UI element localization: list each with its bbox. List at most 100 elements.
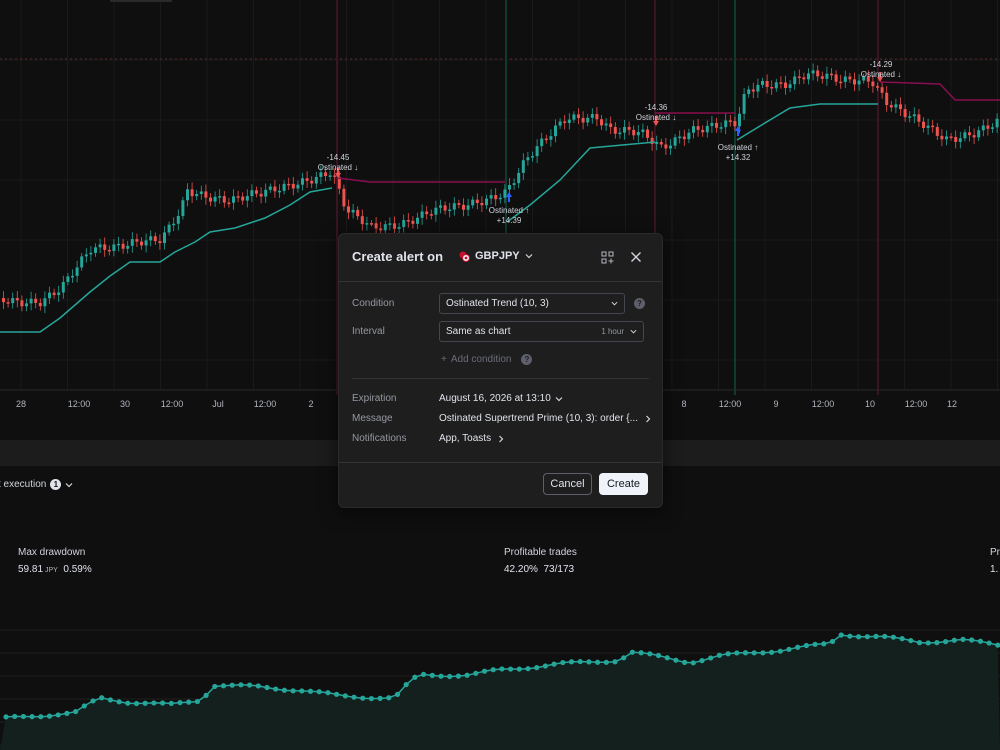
equity-point (473, 670, 479, 676)
equity-point (238, 682, 244, 688)
equity-point (969, 637, 975, 643)
candle-body (351, 209, 355, 213)
message-editor[interactable]: Ostinated Supertrend Prime (10, 3): orde… (439, 413, 652, 424)
candle-body (958, 138, 962, 142)
equity-point (464, 672, 470, 678)
candle-body (38, 302, 42, 307)
equity-point (421, 671, 427, 677)
supertrend-down-line (879, 81, 1000, 101)
candle-body (342, 188, 346, 207)
x-tick: Jul (212, 399, 224, 409)
candle-body (935, 127, 939, 136)
candle-body (186, 189, 189, 201)
equity-point (534, 665, 540, 671)
candle-body (678, 136, 682, 139)
equity-point (368, 695, 374, 702)
candle-body (365, 223, 369, 225)
equity-point (133, 700, 140, 707)
candle-body (448, 209, 452, 212)
candle-body (195, 194, 199, 197)
equity-point (438, 673, 444, 679)
equity-point (290, 688, 296, 694)
equity-point (299, 688, 305, 694)
equity-point (203, 692, 209, 698)
equity-curve-chart[interactable] (0, 620, 1000, 750)
candle-body (531, 156, 534, 158)
candle-body (305, 178, 309, 181)
candle-body (181, 200, 185, 217)
candle-body (623, 127, 626, 133)
candle-body (397, 227, 401, 229)
candle-body (710, 122, 714, 126)
candle-body (112, 244, 116, 251)
candle-body (834, 74, 838, 82)
candle-body (669, 145, 672, 149)
candle-body (144, 240, 148, 246)
candle-body (291, 183, 295, 189)
x-tick: 12:00 (811, 399, 835, 409)
candle-body (880, 87, 884, 93)
strategy-title[interactable]: t execution 1 (0, 479, 73, 490)
equity-point (490, 667, 496, 673)
chevron-down-icon (555, 396, 563, 401)
equity-point (90, 698, 96, 704)
equity-point (551, 661, 557, 667)
add-condition-button[interactable]: + Add condition ? (441, 354, 533, 365)
notifications-editor[interactable]: App, Toasts (439, 433, 505, 444)
equity-point (734, 650, 740, 656)
condition-select[interactable]: Ostinated Trend (10, 3) (439, 293, 625, 314)
equity-point (690, 660, 696, 666)
candle-body (158, 241, 162, 244)
metric-value: 1. (990, 564, 999, 575)
help-icon[interactable]: ? (634, 298, 645, 309)
equity-point (229, 682, 235, 688)
signal-label-buy: Ostinated ↑ +14.39 (489, 206, 529, 226)
candle-body (443, 205, 447, 211)
candle-body (641, 129, 645, 132)
candle-body (296, 184, 300, 189)
equity-area (0, 635, 1000, 750)
candle-body (503, 189, 507, 198)
candle-body (977, 130, 981, 138)
close-icon[interactable] (627, 248, 645, 266)
create-button[interactable]: Create (599, 473, 648, 495)
equity-point (638, 650, 644, 656)
help-icon[interactable]: ? (521, 354, 533, 365)
info-icon[interactable]: 1 (50, 479, 62, 490)
candle-body (416, 217, 419, 224)
equity-point (786, 646, 792, 652)
x-tick: 28 (15, 399, 27, 409)
candle-body (20, 300, 24, 307)
chevron-down-icon[interactable] (65, 481, 73, 489)
candle-body (972, 135, 976, 138)
candle-body (149, 236, 153, 241)
chevron-right-icon (499, 435, 504, 442)
equity-point (107, 697, 113, 703)
strategy-title-text: t execution (0, 479, 47, 490)
candle-body (549, 136, 553, 140)
candle-body (774, 82, 778, 89)
cancel-button[interactable]: Cancel (543, 473, 592, 495)
symbol-selector[interactable]: GBPJPY (459, 250, 533, 262)
candle-body (797, 76, 801, 78)
candle-body (57, 292, 61, 296)
equity-point (673, 657, 679, 663)
candle-body (103, 244, 107, 250)
equity-point (682, 659, 688, 665)
equity-point (334, 691, 340, 697)
candle-body (535, 146, 539, 157)
equity-point (316, 689, 322, 695)
watchlist-icon[interactable] (598, 248, 616, 266)
x-tick: 9 (773, 399, 779, 409)
interval-select[interactable]: Same as chart 1 hour (439, 321, 644, 342)
candle-body (779, 82, 783, 84)
expiration-picker[interactable]: August 16, 2026 at 13:10 (439, 393, 563, 404)
candle-body (692, 126, 695, 133)
candle-body (480, 203, 484, 206)
candle-body (452, 203, 456, 210)
candle-body (89, 252, 93, 255)
candle-body (765, 80, 769, 87)
x-tick: 12 (946, 399, 958, 409)
candle-body (756, 84, 760, 92)
create-alert-dialog: Create alert on GBPJPY Condition Ostinat… (338, 233, 663, 508)
